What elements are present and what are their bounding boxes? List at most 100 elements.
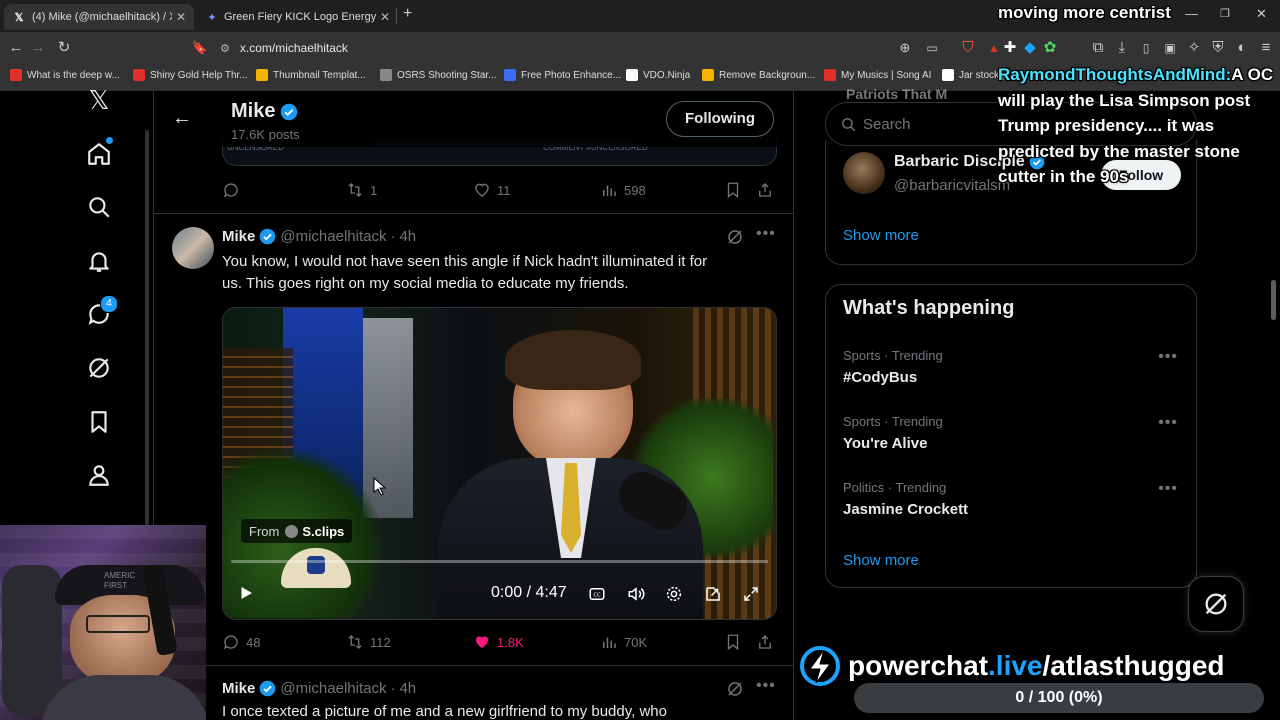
fullscreen-icon[interactable]: [742, 585, 760, 608]
show-more-link[interactable]: Show more: [843, 227, 919, 244]
explore-search-icon[interactable]: [86, 194, 112, 220]
video-player[interactable]: From S.clips 0:00 / 4:47 CC: [222, 307, 777, 620]
bookmark-item[interactable]: VDO.Ninja: [626, 69, 690, 81]
views-count: 70K: [624, 634, 648, 650]
picture-in-picture-icon[interactable]: [704, 585, 722, 608]
show-more-link[interactable]: Show more: [843, 552, 919, 569]
profile-icon[interactable]: ◐: [1232, 38, 1252, 58]
reload-icon[interactable]: ↻: [54, 38, 74, 58]
tab-gemini[interactable]: ✦ Green Fiery KICK Logo Energy - Goo ✕: [198, 4, 398, 30]
extensions-icon[interactable]: ⧉: [1088, 38, 1108, 58]
views-button[interactable]: 70K: [600, 633, 647, 651]
following-button[interactable]: Following: [666, 101, 774, 137]
new-tab-button[interactable]: +: [403, 5, 412, 23]
avatar[interactable]: [843, 152, 885, 194]
volume-icon[interactable]: [626, 585, 646, 608]
bookmark-item[interactable]: Free Photo Enhance...: [504, 69, 621, 81]
green-extension-icon[interactable]: ✿: [1040, 38, 1060, 58]
profile-header: ← Mike 17.6K posts Following: [154, 91, 793, 147]
bookmark-item[interactable]: My Musics | Song AI: [824, 69, 931, 81]
left-scrollbar[interactable]: [145, 130, 149, 525]
minimize-icon[interactable]: —: [1185, 6, 1198, 21]
reply-button[interactable]: [222, 181, 246, 199]
bookmark-item[interactable]: What is the deep w...: [10, 69, 120, 81]
bookmark-button[interactable]: [724, 181, 748, 199]
messages-icon[interactable]: 4: [86, 295, 118, 327]
bookmark-item[interactable]: Thumbnail Templat...: [256, 69, 366, 81]
back-arrow-icon[interactable]: ←: [172, 107, 192, 130]
powerchat-banner: powerchat .live/atlasthugged: [798, 646, 1225, 686]
post-time[interactable]: 4h: [399, 228, 416, 245]
source-badge[interactable]: From S.clips: [241, 519, 353, 543]
profile-person-icon[interactable]: [86, 462, 112, 488]
cast-icon[interactable]: ▭: [922, 38, 942, 58]
window-close-icon[interactable]: ✕: [1256, 6, 1267, 22]
x-home-logo-icon[interactable]: 𝕏: [86, 85, 112, 115]
captions-icon[interactable]: CC: [588, 585, 606, 608]
post-time[interactable]: 4h: [399, 680, 416, 697]
author-name[interactable]: Mike: [222, 680, 255, 697]
repost-button[interactable]: 112: [346, 633, 391, 651]
browser-toolbar: ← → ↻ 🔖 ⚙ x.com/michaelhitack ⊕ ▭ ⛉ ▲ ✚ …: [0, 32, 1280, 64]
trend-more-icon[interactable]: •••: [1158, 414, 1178, 432]
home-icon[interactable]: [86, 137, 113, 167]
views-button[interactable]: 598: [600, 181, 646, 199]
close-tab-icon[interactable]: ✕: [380, 10, 390, 24]
grok-floating-button[interactable]: [1188, 576, 1244, 632]
wallet-icon[interactable]: ▣: [1160, 38, 1180, 58]
grok-explain-icon[interactable]: [726, 680, 744, 703]
bookmark-button[interactable]: [724, 633, 748, 651]
more-options-icon[interactable]: •••: [756, 225, 776, 243]
trend-item[interactable]: Politics · Trending Jasmine Crockett •••: [826, 477, 1196, 533]
verified-badge-icon: [259, 228, 276, 245]
address-field[interactable]: ⚙ x.com/michaelhitack: [220, 36, 880, 60]
notifications-bell-icon[interactable]: [86, 248, 112, 274]
bookmark-page-icon[interactable]: 🔖: [190, 38, 210, 58]
sidebar-icon[interactable]: ▯: [1136, 38, 1156, 58]
bookmark-item[interactable]: Shiny Gold Help Thr...: [133, 69, 248, 81]
author-handle[interactable]: @michaelhitack: [280, 680, 386, 697]
source-name: S.clips: [302, 523, 345, 539]
trend-item[interactable]: Sports · Trending You're Alive •••: [826, 411, 1196, 467]
extension-plus-icon[interactable]: ✚: [1000, 38, 1020, 58]
leo-icon[interactable]: ✧: [1184, 38, 1204, 58]
trend-more-icon[interactable]: •••: [1158, 348, 1178, 366]
like-button[interactable]: 1.8K: [473, 633, 524, 651]
bookmark-label: OSRS Shooting Star...: [397, 69, 497, 81]
page-scrollbar-thumb[interactable]: [1271, 280, 1276, 320]
video-progress-bar[interactable]: [231, 560, 768, 563]
share-button[interactable]: [756, 181, 780, 199]
bookmark-item[interactable]: OSRS Shooting Star...: [380, 69, 497, 81]
more-options-icon[interactable]: •••: [756, 677, 776, 695]
menu-icon[interactable]: ≡: [1256, 38, 1276, 58]
tab-mike-profile[interactable]: 𝕏 (4) Mike (@michaelhitack) / X ✕: [4, 4, 194, 30]
play-icon[interactable]: [237, 584, 255, 607]
repost-button[interactable]: 1: [346, 181, 377, 199]
brave-shield-icon[interactable]: ⛉: [958, 38, 978, 58]
grok-explain-icon[interactable]: [726, 228, 744, 251]
like-button[interactable]: 11: [473, 181, 511, 199]
author-handle[interactable]: @michaelhitack: [280, 228, 386, 245]
bookmarks-icon[interactable]: [86, 409, 112, 435]
forward-icon[interactable]: →: [28, 38, 48, 58]
share-button[interactable]: [756, 633, 780, 651]
back-icon[interactable]: ←: [6, 38, 26, 58]
cube-extension-icon[interactable]: ◆: [1020, 38, 1040, 58]
grok-icon[interactable]: [86, 355, 112, 381]
post-text-line: us. This goes right on my social media t…: [222, 275, 629, 292]
avatar[interactable]: [172, 227, 214, 269]
author-name[interactable]: Mike: [222, 228, 255, 245]
zoom-icon[interactable]: ⊕: [895, 38, 915, 58]
bookmark-item[interactable]: Remove Backgroun...: [702, 69, 815, 81]
close-tab-icon[interactable]: ✕: [176, 10, 186, 24]
download-icon[interactable]: ⤓: [1112, 38, 1132, 58]
trend-more-icon[interactable]: •••: [1158, 480, 1178, 498]
reply-button[interactable]: 48: [222, 633, 260, 651]
site-info-icon[interactable]: ⚙: [220, 42, 230, 55]
settings-gear-icon[interactable]: [665, 585, 683, 608]
source-avatar-icon: [285, 524, 299, 538]
restore-icon[interactable]: ❐: [1220, 7, 1230, 20]
vpn-icon[interactable]: ⛨: [1208, 38, 1228, 58]
bookmark-label: Shiny Gold Help Thr...: [150, 69, 248, 81]
trend-item[interactable]: Sports · Trending #CodyBus •••: [826, 345, 1196, 401]
